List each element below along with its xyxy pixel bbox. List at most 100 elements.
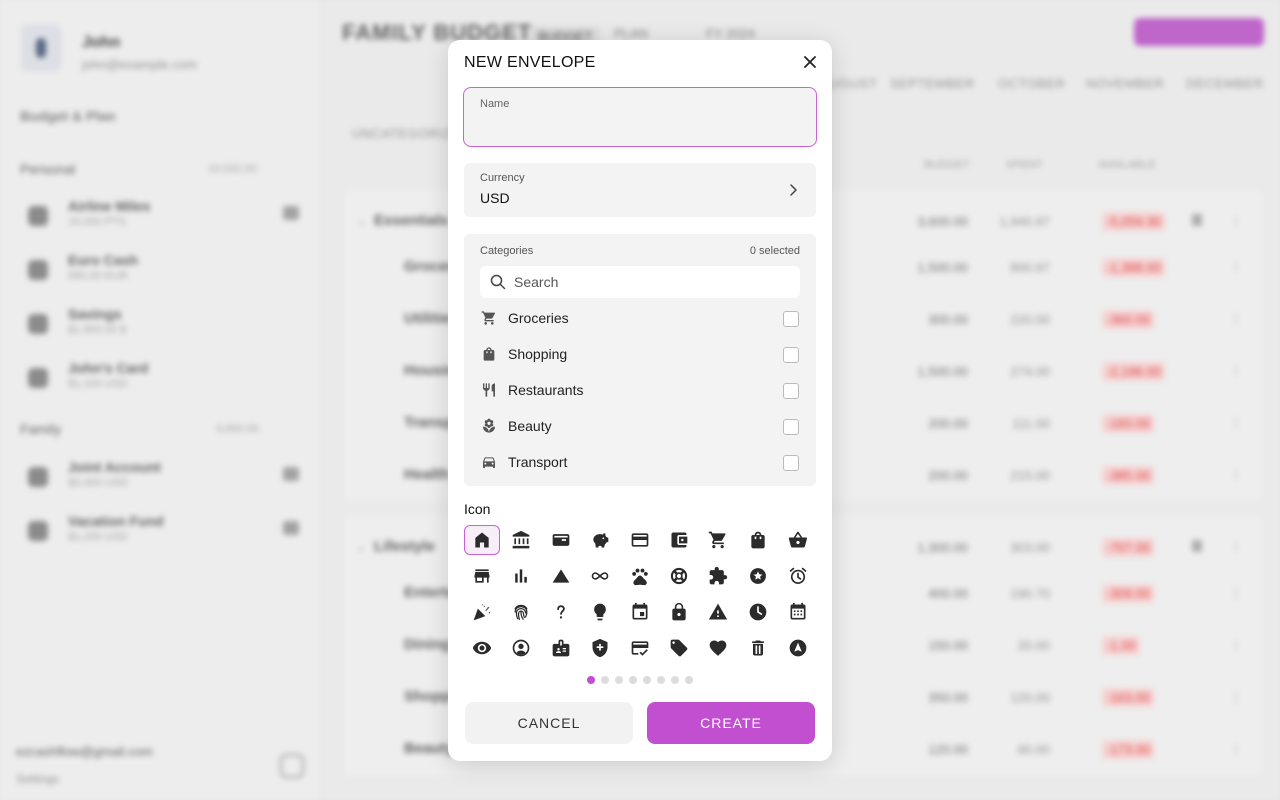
- bar-chart-icon: [515, 569, 527, 583]
- lifebuoy-icon: [670, 567, 688, 585]
- triangle-icon: [552, 569, 570, 583]
- categories-label: Categories: [480, 245, 534, 257]
- icon-option-store[interactable]: [464, 561, 500, 591]
- search-input[interactable]: [514, 272, 784, 292]
- calendar-grid-icon: [790, 602, 806, 620]
- icon-option-navigation[interactable]: [780, 633, 816, 663]
- bag-icon: [751, 531, 765, 549]
- name-field[interactable]: Name: [463, 87, 817, 147]
- category-item-groceries[interactable]: Groceries: [464, 300, 816, 336]
- icon-option-wallet-card[interactable]: [543, 525, 579, 555]
- category-item-transport[interactable]: Transport: [464, 444, 816, 480]
- category-item-shopping[interactable]: Shopping: [464, 336, 816, 372]
- category-name: Beauty: [508, 418, 552, 434]
- icon-option-home[interactable]: [464, 525, 500, 555]
- categories-panel: Categories 0 selected Groceries Shopping…: [464, 234, 816, 486]
- cancel-button[interactable]: CANCEL: [465, 702, 633, 744]
- page-dot[interactable]: [615, 676, 623, 684]
- calendar-icon: [632, 602, 648, 620]
- warning-icon: [708, 603, 728, 620]
- category-checkbox[interactable]: [783, 311, 799, 327]
- navigation-icon: [789, 639, 807, 657]
- category-search[interactable]: [480, 266, 800, 298]
- name-input[interactable]: [479, 114, 799, 138]
- selected-count: 0 selected: [749, 245, 800, 257]
- icon-option-warning[interactable]: [700, 597, 736, 627]
- icon-option-infinity[interactable]: [582, 561, 618, 591]
- icon-option-bag[interactable]: [740, 525, 776, 555]
- icon-option-party[interactable]: [464, 597, 500, 627]
- party-popper-icon: [473, 604, 491, 621]
- create-button[interactable]: CREATE: [647, 702, 815, 744]
- card-check-icon: [631, 641, 649, 656]
- category-name: Restaurants: [508, 382, 584, 398]
- icon-option-fingerprint[interactable]: [503, 597, 539, 627]
- icon-option-tag[interactable]: [661, 633, 697, 663]
- icon-option-card-check[interactable]: [622, 633, 658, 663]
- dialog-title: NEW ENVELOPE: [464, 54, 596, 71]
- icon-option-user-circle[interactable]: [503, 633, 539, 663]
- icon-option-puzzle[interactable]: [700, 561, 736, 591]
- icon-option-triangle[interactable]: [543, 561, 579, 591]
- currency-value: USD: [480, 190, 510, 206]
- close-button[interactable]: [800, 52, 820, 72]
- name-label: Name: [480, 98, 510, 110]
- icon-option-clock[interactable]: [740, 597, 776, 627]
- icon-option-trash[interactable]: [740, 633, 776, 663]
- car-icon: [483, 457, 495, 468]
- icon-option-cart[interactable]: [700, 525, 736, 555]
- icon-option-wallet[interactable]: [661, 525, 697, 555]
- bag-icon: [483, 347, 495, 361]
- category-checkbox[interactable]: [783, 347, 799, 363]
- icon-option-chart[interactable]: [503, 561, 539, 591]
- category-checkbox[interactable]: [783, 383, 799, 399]
- page-dot[interactable]: [685, 676, 693, 684]
- icon-option-bulb[interactable]: [582, 597, 618, 627]
- star-badge-icon: [750, 568, 766, 584]
- icon-option-heart[interactable]: [700, 633, 736, 663]
- lightbulb-icon: [594, 603, 606, 621]
- page-dot[interactable]: [601, 676, 609, 684]
- piggy-bank-icon: [593, 533, 609, 548]
- icon-option-calendar[interactable]: [622, 597, 658, 627]
- currency-label: Currency: [480, 172, 525, 184]
- category-checkbox[interactable]: [783, 455, 799, 471]
- page-dot[interactable]: [629, 676, 637, 684]
- icon-option-shield-plus[interactable]: [582, 633, 618, 663]
- new-envelope-dialog: NEW ENVELOPE Name Currency USD Categorie…: [448, 40, 832, 761]
- icon-option-calendar-grid[interactable]: [780, 597, 816, 627]
- page-dot[interactable]: [671, 676, 679, 684]
- currency-select[interactable]: Currency USD: [464, 163, 816, 217]
- paw-icon: [632, 568, 648, 586]
- category-checkbox[interactable]: [783, 419, 799, 435]
- home-icon: [475, 532, 489, 548]
- alarm-icon: [789, 567, 807, 584]
- eye-icon: [472, 641, 492, 655]
- store-icon: [474, 569, 490, 583]
- fork-knife-icon: [483, 383, 495, 397]
- icon-option-eye[interactable]: [464, 633, 500, 663]
- page-dot[interactable]: [657, 676, 665, 684]
- icon-option-paw[interactable]: [622, 561, 658, 591]
- page-dot-active[interactable]: [587, 676, 595, 684]
- bank-icon: [512, 530, 530, 549]
- infinity-icon: [591, 572, 609, 580]
- basket-icon: [788, 531, 808, 548]
- page-dot[interactable]: [643, 676, 651, 684]
- icon-option-bank[interactable]: [503, 525, 539, 555]
- icon-option-star-badge[interactable]: [740, 561, 776, 591]
- category-item-restaurants[interactable]: Restaurants: [464, 372, 816, 408]
- icon-option-lock[interactable]: [661, 597, 697, 627]
- icon-option-basket[interactable]: [780, 525, 816, 555]
- category-item-beauty[interactable]: Beauty: [464, 408, 816, 444]
- clock-icon: [749, 603, 767, 621]
- icon-option-badge[interactable]: [543, 633, 579, 663]
- user-circle-icon: [512, 639, 530, 657]
- icon-option-question[interactable]: [543, 597, 579, 627]
- wallet-icon: [671, 532, 688, 548]
- icon-option-alarm[interactable]: [780, 561, 816, 591]
- spa-icon: [483, 418, 495, 433]
- icon-option-card[interactable]: [622, 525, 658, 555]
- icon-option-piggy[interactable]: [582, 525, 618, 555]
- icon-option-lifebuoy[interactable]: [661, 561, 697, 591]
